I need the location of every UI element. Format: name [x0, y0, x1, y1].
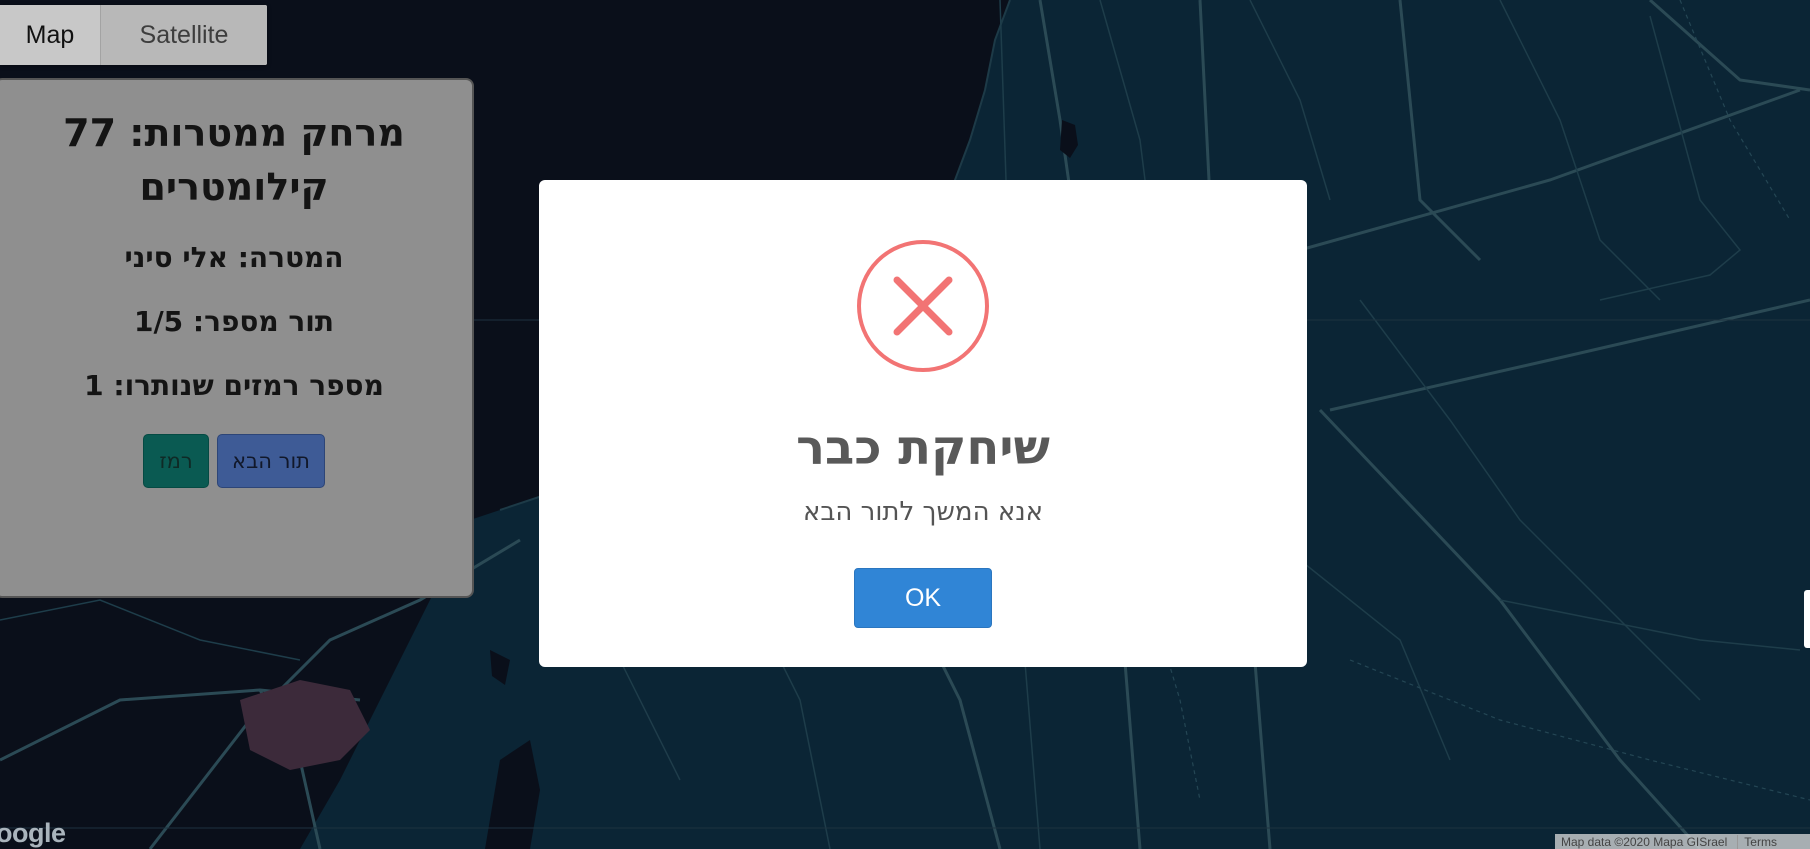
dialog-text: אנא המשך לתור הבא [802, 497, 1044, 527]
error-dialog: שיחקת כבר אנא המשך לתור הבא OK [539, 180, 1307, 667]
dialog-title: שיחקת כבר [796, 420, 1050, 476]
error-x-icon [857, 240, 989, 372]
map-page: Map Satellite מרחק ממטרות: 77 קילומטרים … [0, 0, 1810, 849]
ok-button[interactable]: OK [854, 568, 992, 628]
